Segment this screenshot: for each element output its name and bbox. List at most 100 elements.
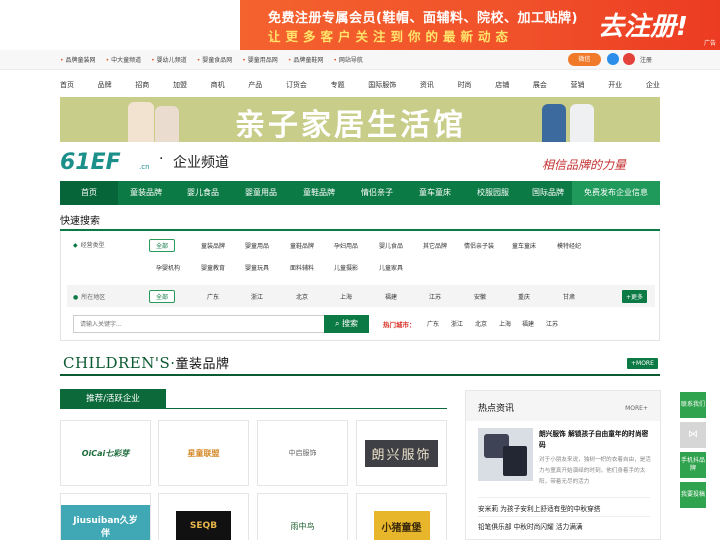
brand-card[interactable]: OiCai七彩芽 [60,420,151,486]
channel-tab[interactable]: 童车童床 [406,181,464,205]
nav-item[interactable]: 开业 [608,80,622,94]
divider [478,497,650,498]
business-option[interactable]: 儿童摄影 [334,263,358,272]
section-more-button[interactable]: +MORE [627,358,658,369]
hot-city-link[interactable]: 浙江 [451,319,463,328]
channel-tab[interactable]: 校服园服 [464,181,522,205]
kid-figure [542,104,566,142]
business-option[interactable]: 童鞋品牌 [290,241,314,250]
search-icon: ⌕ [334,319,343,328]
business-option[interactable]: 儿童家具 [379,263,403,272]
region-option[interactable]: 北京 [296,292,308,301]
site-logo[interactable]: 61EF [60,150,121,175]
nav-item[interactable]: 展会 [533,80,547,94]
channel-tab[interactable]: 童鞋品牌 [290,181,348,205]
business-option[interactable]: 面料辅料 [290,263,314,272]
wechat-button[interactable]: 微信 [568,53,601,66]
register-link[interactable]: 注册 [640,55,652,64]
business-option[interactable]: 婴儿食品 [379,241,403,250]
float-toolbar: 联系我们 ⋈ 手机抖品牌 我要投稿 [680,392,706,512]
business-option-all[interactable]: 全部 [149,239,176,252]
brand-logo: OiCai七彩芽 [81,448,130,458]
nav-item[interactable]: 招商 [135,80,149,94]
region-option[interactable]: 福建 [385,292,397,301]
business-option[interactable]: 童车童床 [512,241,536,250]
submit-button[interactable]: 我要投稿 [680,482,706,508]
recommended-tab[interactable]: 推荐/活跃企业 [60,389,166,409]
channel-tab[interactable]: 婴童用品 [232,181,290,205]
featured-news-title[interactable]: 朗兴服饰 解锁孩子自由童年的时尚密码 [539,429,651,451]
brand-card[interactable]: 小猪童堡 [356,493,447,540]
region-option[interactable]: 浙江 [251,292,263,301]
nav-item[interactable]: 营销 [571,80,585,94]
business-option[interactable]: 婴童教育 [201,263,225,272]
site-link[interactable]: 品牌童装网 [60,55,96,64]
nav-item[interactable]: 品牌 [98,80,112,94]
region-option[interactable]: 上海 [340,292,352,301]
region-option[interactable]: 安徽 [474,292,486,301]
hot-city-link[interactable]: 广东 [427,319,439,328]
hot-city-link[interactable]: 上海 [499,319,511,328]
nav-item[interactable]: 订货会 [286,80,307,94]
brand-card[interactable]: 中启服饰 [257,420,348,486]
hot-city-link[interactable]: 江苏 [546,319,558,328]
weibo-icon[interactable] [623,53,635,65]
channel-tab[interactable]: 童装品牌 [118,181,174,205]
business-option[interactable]: 婴童用品 [245,241,269,250]
brand-card[interactable]: Jiusuiban久岁伴 [60,493,151,540]
free-release-button[interactable]: 免费发布企业信息 [572,181,660,205]
mobile-brand-button[interactable]: 手机抖品牌 [680,452,706,478]
site-link[interactable]: 婴童用品网 [242,55,278,64]
nav-item[interactable]: 店铺 [495,80,509,94]
business-option[interactable]: 孕妇用品 [334,241,358,250]
business-option[interactable]: 孕婴机构 [156,263,180,272]
business-option[interactable]: 模特经纪 [557,241,581,250]
channel-tab[interactable]: 情侣亲子 [348,181,406,205]
business-option[interactable]: 童装品牌 [201,241,225,250]
register-ad[interactable]: 免费注册专属会员(鞋帽、面辅料、院校、加工贴牌) 让更多客户关注到你的最新动态 … [240,0,720,50]
site-link[interactable]: 婴幼儿频道 [151,55,187,64]
qq-icon[interactable] [607,53,619,65]
news-item[interactable]: 安米莉 为孩子安利上舒适有型的中秋穿搭 [478,503,601,513]
hot-city-link[interactable]: 福建 [522,319,534,328]
nav-item[interactable]: 加盟 [173,80,187,94]
news-more-link[interactable]: MORE+ [625,405,648,412]
nav-item[interactable]: 资讯 [420,80,434,94]
region-option[interactable]: 甘肃 [563,292,575,301]
brand-card[interactable]: 星童联盟 [158,420,249,486]
nav-item[interactable]: 商机 [211,80,225,94]
region-option[interactable]: 重庆 [518,292,530,301]
region-option[interactable]: 江苏 [429,292,441,301]
brand-card[interactable]: 雨中鸟 [257,493,348,540]
search-button[interactable]: ⌕ 搜索 [324,315,369,333]
channel-tab[interactable]: 婴儿食品 [174,181,232,205]
region-more-button[interactable]: +更多 [622,290,648,303]
brand-card[interactable]: SEQB [158,493,249,540]
nav-item[interactable]: 产品 [248,80,262,94]
news-item[interactable]: 铅笔俱乐部 中秋时尚闪耀 活力满满 [478,521,583,531]
channel-tab[interactable]: 国际品牌 [522,181,574,205]
business-option[interactable]: 其它品牌 [423,241,447,250]
region-option[interactable]: 广东 [207,292,219,301]
nav-item[interactable]: 专题 [331,80,345,94]
site-link[interactable]: 网站导航 [333,55,363,64]
region-option-all[interactable]: 全部 [149,290,176,303]
register-cta[interactable]: 去注册! [598,6,688,43]
nav-item[interactable]: 首页 [60,80,74,94]
news-thumbnail[interactable] [478,428,533,481]
brand-card[interactable]: 朗兴服饰 [356,420,447,486]
site-link[interactable]: 品牌童鞋网 [288,55,323,64]
nav-item[interactable]: 企业 [646,80,660,94]
nav-item[interactable]: 时尚 [458,80,472,94]
hot-city-link[interactable]: 北京 [475,319,487,328]
business-option[interactable]: 情侣亲子装 [464,241,494,250]
share-button[interactable]: ⋈ [680,422,706,448]
channel-tab-home[interactable]: 首页 [60,181,118,205]
nav-item[interactable]: 国际服饰 [368,80,396,94]
keyword-input[interactable] [74,316,314,332]
site-link[interactable]: 婴童食品网 [197,55,232,64]
business-option[interactable]: 婴童玩具 [245,263,269,272]
site-link[interactable]: 中大童频道 [106,55,141,64]
home-living-ad[interactable]: 亲子家居生活馆 [60,97,660,142]
contact-button[interactable]: 联系我们 [680,392,706,418]
